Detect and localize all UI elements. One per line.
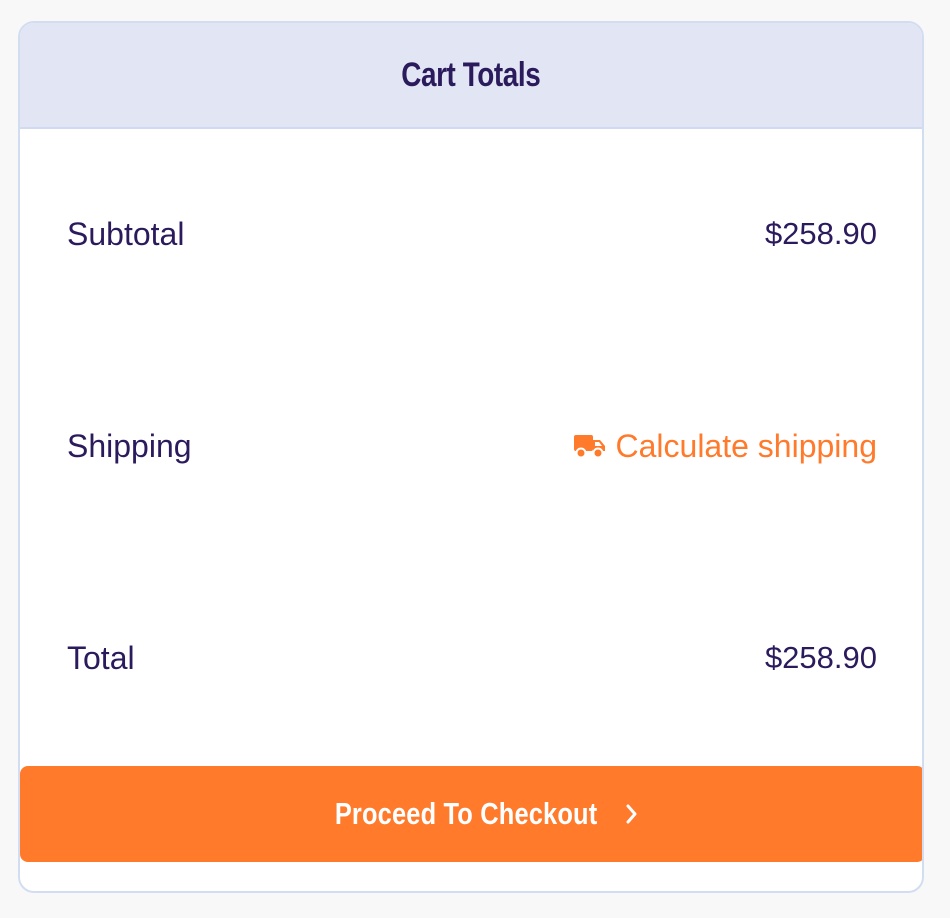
calculate-shipping-link[interactable]: Calculate shipping xyxy=(573,427,878,465)
subtotal-label: Subtotal xyxy=(67,215,185,252)
proceed-to-checkout-label: Proceed To Checkout xyxy=(335,796,598,831)
total-row: Total $258.90 xyxy=(67,633,877,683)
calculate-shipping-label: Calculate shipping xyxy=(615,427,878,464)
cart-totals-title: Cart Totals xyxy=(401,55,541,94)
total-value: $258.90 xyxy=(764,640,877,675)
cart-totals-header: Cart Totals xyxy=(20,23,922,129)
total-label: Total xyxy=(67,639,135,676)
cart-totals-card: Cart Totals Subtotal $258.90 Shipping Ca… xyxy=(18,21,924,893)
shipping-row: Shipping Calculate shipping xyxy=(67,421,877,471)
subtotal-row: Subtotal $258.90 xyxy=(67,209,877,259)
proceed-to-checkout-button[interactable]: Proceed To Checkout xyxy=(20,766,922,862)
subtotal-value: $258.90 xyxy=(764,216,877,251)
shipping-label: Shipping xyxy=(67,427,192,464)
truck-icon xyxy=(573,432,606,460)
chevron-right-icon xyxy=(625,803,639,825)
